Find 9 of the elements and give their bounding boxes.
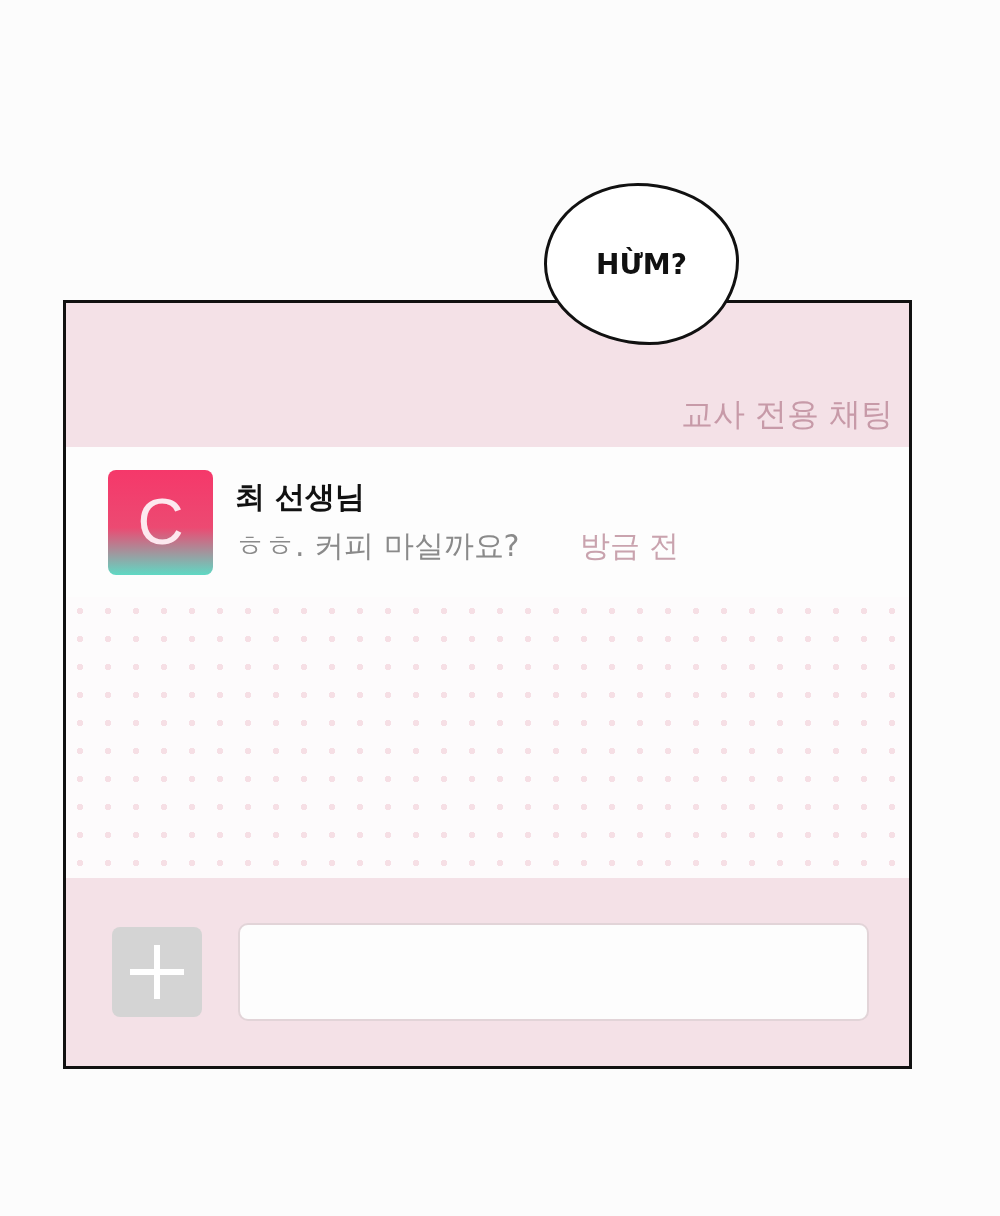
avatar: C xyxy=(108,469,213,575)
plus-icon xyxy=(128,943,186,1001)
sender-name: 최 선생님 xyxy=(235,478,367,516)
speech-text: HỪM? xyxy=(596,247,687,281)
chat-title: 교사 전용 채팅 xyxy=(680,394,893,435)
message-input-field[interactable] xyxy=(238,923,869,1021)
message-text: ㅎㅎ. 커피 마실까요? xyxy=(235,527,520,565)
message-time: 방금 전 xyxy=(579,527,680,565)
add-button[interactable] xyxy=(112,927,202,1017)
